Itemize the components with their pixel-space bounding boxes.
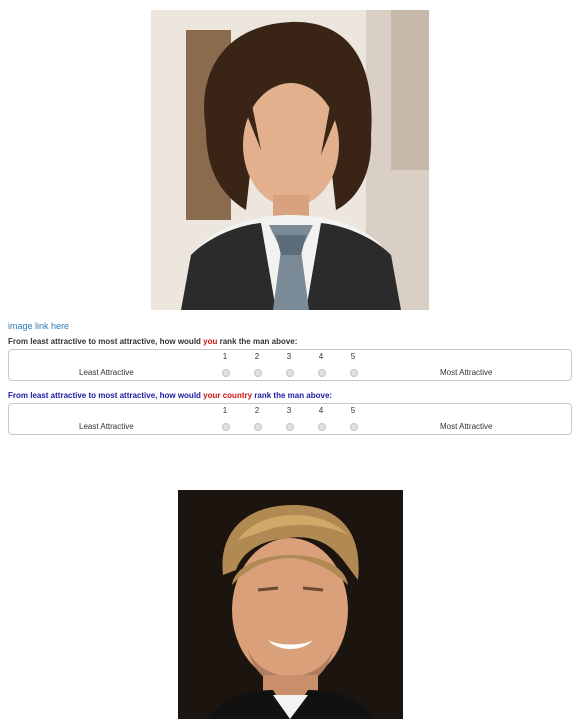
most-attractive-label: Most Attractive: [440, 368, 493, 377]
rating-scale-you: 1 2 3 4 5 Least Attractive Most Attracti…: [8, 349, 572, 381]
radio-option-3[interactable]: [286, 369, 294, 377]
man-photo-2: [178, 490, 403, 719]
rating-scale-country: 1 2 3 4 5 Least Attractive Most Attracti…: [8, 403, 572, 435]
question-you-text-end: rank the man above:: [217, 337, 298, 346]
scale-number-4: 4: [318, 406, 324, 415]
image-link[interactable]: image link here: [8, 321, 69, 331]
scale-number-1: 1: [222, 406, 228, 415]
least-attractive-label: Least Attractive: [79, 368, 134, 377]
radio-option-1[interactable]: [222, 369, 230, 377]
scale-number-1: 1: [222, 352, 228, 361]
radio-option-3[interactable]: [286, 423, 294, 431]
question-you: From least attractive to most attractive…: [8, 337, 297, 346]
question-you-highlight: you: [203, 337, 218, 346]
question-country-text-start: From least attractive to most attractive…: [8, 391, 204, 400]
question-country-text-end: rank the man above:: [252, 391, 333, 400]
question-country: From least attractive to most attractive…: [8, 391, 332, 400]
scale-number-4: 4: [318, 352, 324, 361]
radio-option-4[interactable]: [318, 369, 326, 377]
radio-option-4[interactable]: [318, 423, 326, 431]
radio-option-5[interactable]: [350, 369, 358, 377]
most-attractive-label: Most Attractive: [440, 422, 493, 431]
question-country-highlight: your country: [203, 391, 253, 400]
question-you-text-start: From least attractive to most attractive…: [8, 337, 204, 346]
scale-number-3: 3: [286, 352, 292, 361]
scale-number-5: 5: [350, 352, 356, 361]
scale-number-5: 5: [350, 406, 356, 415]
radio-option-1[interactable]: [222, 423, 230, 431]
scale-number-2: 2: [254, 352, 260, 361]
least-attractive-label: Least Attractive: [79, 422, 134, 431]
radio-option-2[interactable]: [254, 423, 262, 431]
scale-number-3: 3: [286, 406, 292, 415]
radio-option-2[interactable]: [254, 369, 262, 377]
man-photo-1: [151, 10, 429, 310]
radio-option-5[interactable]: [350, 423, 358, 431]
scale-number-2: 2: [254, 406, 260, 415]
